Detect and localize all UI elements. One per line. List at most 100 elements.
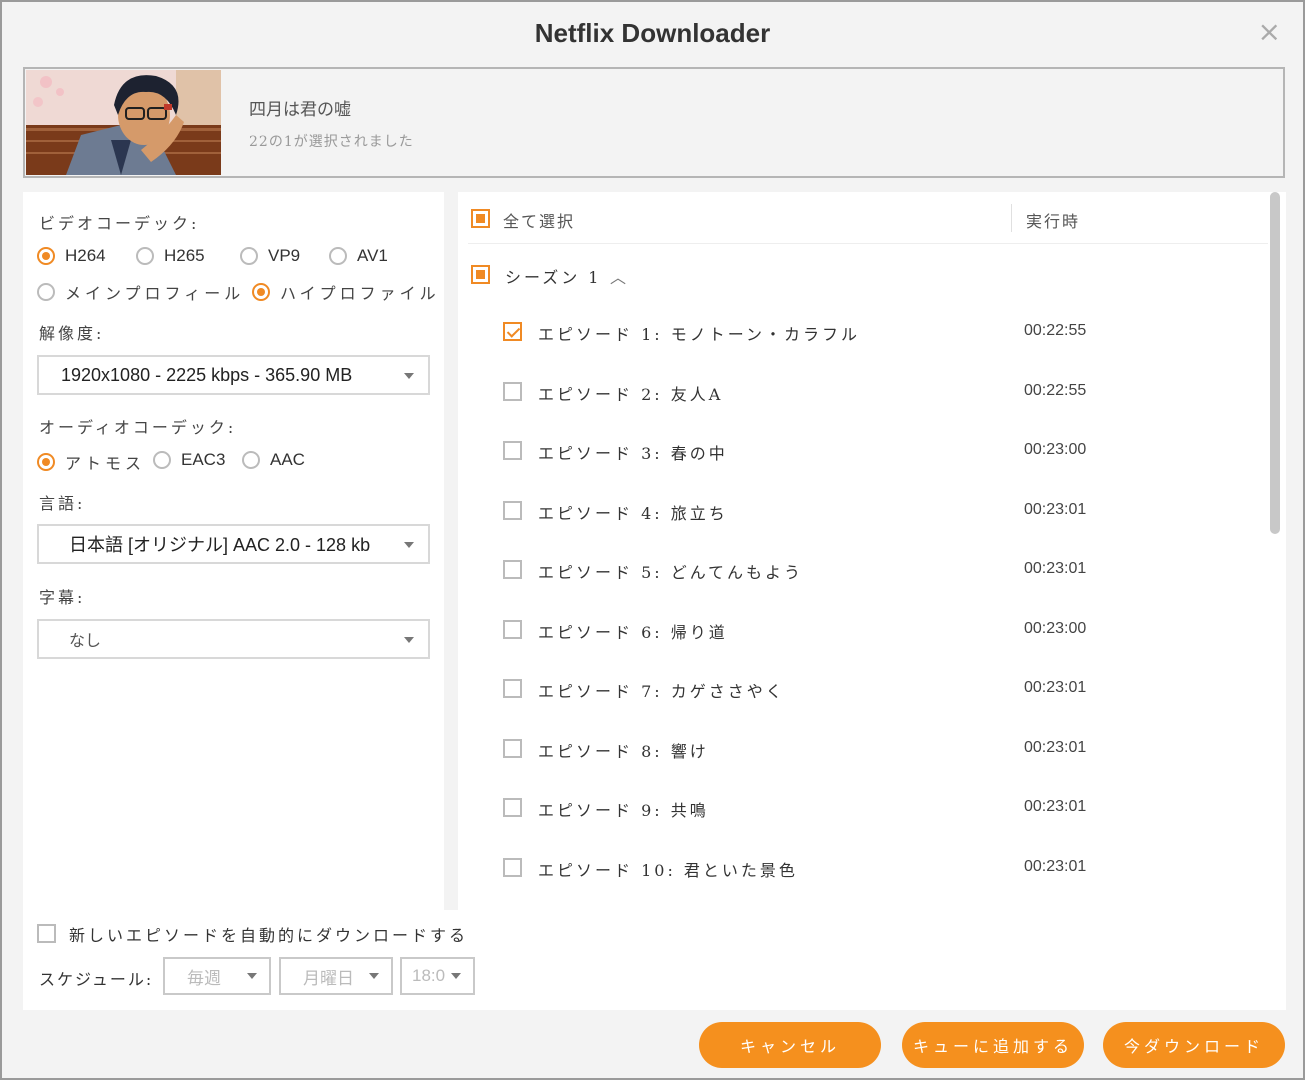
episode-row[interactable]: エピソード 9: 共鳴 00:23:01 <box>458 788 1258 828</box>
episode-row[interactable]: エピソード 6: 帰り道 00:23:00 <box>458 610 1258 650</box>
audio-label: AAC <box>270 450 305 469</box>
chevron-down-icon <box>404 542 414 548</box>
episode-row[interactable]: エピソード 4: 旅立ち 00:23:01 <box>458 491 1258 531</box>
episode-runtime: 00:23:00 <box>1024 441 1087 458</box>
episode-row[interactable]: エピソード 10: 君といた景色 00:23:01 <box>458 848 1258 888</box>
episode-runtime: 00:22:55 <box>1024 322 1087 339</box>
episode-checkbox[interactable] <box>503 798 522 817</box>
episode-checkbox[interactable] <box>503 560 522 579</box>
download-now-button[interactable]: 今ダウンロード <box>1103 1022 1285 1068</box>
show-title: 四月は君の嘘 <box>249 100 351 120</box>
codec-label: VP9 <box>268 246 301 265</box>
episode-checkbox[interactable] <box>503 619 522 639</box>
auto-download-label: 新しいエピソードを自動的にダウンロードする <box>69 926 469 945</box>
episode-title: エピソード 4: 旅立ち <box>538 503 728 523</box>
codec-label: H264 <box>65 246 106 265</box>
subtitle-select[interactable]: なし <box>37 619 430 659</box>
episode-title: エピソード 9: 共鳴 <box>538 801 709 820</box>
auto-download-area: 新しいエピソードを自動的にダウンロードする スケジュール: 毎週 月曜日 18:… <box>23 910 1286 1010</box>
schedule-label: スケジュール: <box>39 970 154 989</box>
episode-checkbox[interactable] <box>503 322 522 341</box>
radio-circle <box>37 247 55 265</box>
episode-row[interactable]: エピソード 3: 春の中 00:23:00 <box>458 431 1258 471</box>
schedule-time-select[interactable]: 18:0 <box>400 957 475 995</box>
resolution-select[interactable]: 1920x1080 - 2225 kbps - 365.90 MB <box>37 355 430 395</box>
select-all-checkbox[interactable] <box>471 209 490 228</box>
radio-circle <box>242 451 260 469</box>
episode-runtime: 00:23:01 <box>1024 857 1087 875</box>
codec-av1-radio[interactable]: AV1 <box>329 246 388 266</box>
episode-checkbox[interactable] <box>503 500 522 520</box>
profile-main-radio[interactable]: メインプロフィール <box>37 280 244 304</box>
episode-checkbox[interactable] <box>503 679 522 698</box>
profile-label: ハイプロファイル <box>280 284 440 303</box>
episode-title: エピソード 10: 君といた景色 <box>538 860 798 880</box>
time-value: 18:0 <box>412 966 446 985</box>
episode-title: エピソード 5: どんてんもよう <box>538 563 803 582</box>
episode-title: エピソード 3: 春の中 <box>538 444 728 463</box>
profile-label: メインプロフィール <box>65 284 245 303</box>
window-title: Netflix Downloader <box>534 18 771 48</box>
episode-row[interactable]: エピソード 7: カゲささやく 00:23:01 <box>458 669 1258 709</box>
chevron-down-icon <box>247 973 257 979</box>
profile-high-radio[interactable]: ハイプロファイル <box>252 280 440 304</box>
episode-runtime: 00:23:01 <box>1024 798 1087 815</box>
audio-aac-radio[interactable]: AAC <box>242 450 305 470</box>
episode-title: エピソード 8: 響け <box>538 741 709 761</box>
season-label: シーズン 1 <box>505 268 602 287</box>
episode-checkbox[interactable] <box>503 441 522 460</box>
day-value: 月曜日 <box>303 968 354 989</box>
radio-circle <box>37 283 55 301</box>
language-select[interactable]: 日本語 [オリジナル] AAC 2.0 - 128 kb <box>37 524 430 564</box>
chevron-down-icon <box>451 973 461 979</box>
language-value: 日本語 [オリジナル] AAC 2.0 - 128 kb <box>69 535 371 555</box>
episode-runtime: 00:23:01 <box>1024 679 1087 696</box>
episode-checkbox[interactable] <box>503 738 522 758</box>
episode-title: エピソード 1: モノトーン・カラフル <box>538 325 860 344</box>
audio-codec-label: オーディオコーデック: <box>39 418 237 437</box>
codec-h264-radio[interactable]: H264 <box>37 246 106 266</box>
radio-circle <box>136 247 154 265</box>
chevron-down-icon <box>404 637 414 643</box>
codec-h265-radio[interactable]: H265 <box>136 246 205 266</box>
cancel-button[interactable]: キャンセル <box>699 1022 881 1068</box>
audio-label: EAC3 <box>181 450 226 469</box>
settings-panel: ビデオコーデック: H264 H265 VP9 AV1 メインプロフィール ハイ… <box>23 192 444 910</box>
subtitle-label: 字幕: <box>39 588 86 607</box>
chevron-up-icon[interactable]: ︿ <box>610 264 626 288</box>
schedule-frequency-select[interactable]: 毎週 <box>163 957 271 995</box>
episode-title: エピソード 2: 友人A <box>538 384 724 404</box>
radio-circle <box>329 247 347 265</box>
episode-row[interactable]: エピソード 1: モノトーン・カラフル 00:22:55 <box>458 312 1258 352</box>
schedule-day-select[interactable]: 月曜日 <box>279 957 393 995</box>
audio-atmos-radio[interactable]: アトモス <box>37 450 145 474</box>
selection-count: 22の1が選択されました <box>249 134 414 150</box>
resolution-label: 解像度: <box>39 324 105 343</box>
episode-row[interactable]: エピソード 2: 友人A 00:22:55 <box>458 372 1258 412</box>
audio-label: アトモス <box>65 454 146 473</box>
header-divider <box>1011 204 1012 232</box>
video-codec-label: ビデオコーデック: <box>39 214 200 233</box>
radio-circle <box>240 247 258 265</box>
chevron-down-icon <box>404 373 414 379</box>
codec-label: AV1 <box>357 246 388 265</box>
add-to-queue-button[interactable]: キューに追加する <box>902 1022 1084 1068</box>
episode-list-scrollbar[interactable] <box>1270 192 1280 534</box>
resolution-value: 1920x1080 - 2225 kbps - 365.90 MB <box>61 364 353 385</box>
radio-circle <box>252 283 270 301</box>
codec-vp9-radio[interactable]: VP9 <box>240 246 300 266</box>
auto-download-checkbox[interactable] <box>37 924 56 943</box>
radio-circle <box>37 453 55 471</box>
codec-label: H265 <box>164 246 205 265</box>
episode-checkbox[interactable] <box>503 857 522 877</box>
episode-row[interactable]: エピソード 5: どんてんもよう 00:23:01 <box>458 550 1258 590</box>
episode-row[interactable]: エピソード 8: 響け 00:23:01 <box>458 729 1258 769</box>
chevron-down-icon <box>369 973 379 979</box>
close-icon[interactable]: × <box>1258 18 1281 46</box>
episode-title: エピソード 6: 帰り道 <box>538 622 728 642</box>
episode-runtime: 00:23:00 <box>1024 619 1087 637</box>
season-checkbox[interactable] <box>471 265 490 284</box>
episode-checkbox[interactable] <box>503 381 522 401</box>
show-thumbnail <box>26 70 221 175</box>
audio-eac3-radio[interactable]: EAC3 <box>153 450 225 470</box>
